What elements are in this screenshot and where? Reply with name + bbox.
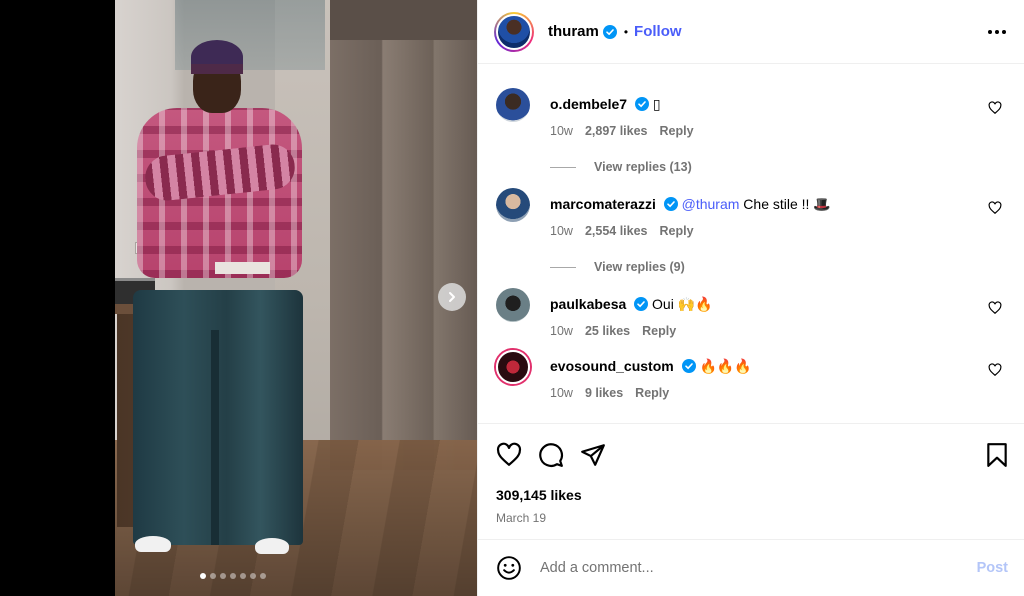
verified-badge-icon — [663, 197, 678, 211]
author-avatar[interactable] — [494, 11, 534, 52]
header-separator: • — [623, 24, 629, 39]
comment-composer: Post — [478, 539, 1024, 596]
post-date: March 19 — [496, 511, 547, 525]
comment-emoji: 🔥🔥🔥 — [699, 359, 752, 375]
comment-age: 10w — [550, 386, 573, 400]
commenter-username[interactable]: evosound_custom — [550, 358, 674, 374]
comment-item: evosound_custom 🔥🔥🔥 10w 9 likes Reply — [496, 336, 1008, 400]
comment-item: o.dembele7 ▯ 10w 2,897 likes Reply — [496, 74, 1008, 138]
comment-likes[interactable]: 2,897 likes — [585, 124, 648, 138]
heart-icon[interactable] — [988, 363, 1002, 377]
comment-text: Oui — [652, 296, 678, 312]
reply-button[interactable]: Reply — [660, 224, 694, 238]
comment-input[interactable] — [540, 560, 977, 576]
carousel-dot — [210, 573, 216, 579]
verified-badge-icon — [634, 297, 649, 311]
carousel-dot — [240, 573, 246, 579]
heart-icon[interactable] — [988, 101, 1002, 115]
post-header: thuram • Follow — [478, 0, 1024, 64]
heart-icon[interactable] — [988, 301, 1002, 315]
follow-button[interactable]: Follow — [634, 23, 682, 40]
like-count[interactable]: 309,145 likes — [478, 487, 1024, 503]
comment-icon[interactable] — [538, 442, 564, 468]
carousel-dot — [220, 573, 226, 579]
commenter-avatar[interactable] — [496, 288, 530, 322]
comment-item: paulkabesa Oui 🙌🔥 10w 25 likes Reply — [496, 274, 1008, 338]
comment-emoji: 🙌🔥 — [677, 297, 713, 313]
emoji-icon[interactable] — [496, 555, 522, 581]
more-options-icon[interactable] — [988, 29, 1006, 34]
reply-button[interactable]: Reply — [635, 386, 669, 400]
post-media[interactable] — [0, 0, 477, 596]
comments-list[interactable]: o.dembele7 ▯ 10w 2,897 likes Reply View … — [478, 64, 1024, 423]
comment-item: marcomaterazzi @thuram Che stile !! 🎩 10… — [496, 174, 1008, 238]
author-username[interactable]: thuram — [548, 23, 599, 40]
heart-icon[interactable] — [988, 201, 1002, 215]
comment-likes[interactable]: 9 likes — [585, 386, 623, 400]
commenter-avatar[interactable] — [496, 88, 530, 122]
chevron-right-icon — [449, 292, 455, 302]
bookmark-icon[interactable] — [984, 442, 1010, 468]
comment-age: 10w — [550, 224, 573, 238]
carousel-dot — [260, 573, 266, 579]
share-icon[interactable] — [580, 442, 606, 468]
carousel-dot — [200, 573, 206, 579]
carousel-dot — [230, 573, 236, 579]
comment-age: 10w — [550, 124, 573, 138]
comment-text: Che stile !! — [739, 196, 814, 212]
mention-link[interactable]: @thuram — [682, 196, 740, 212]
view-replies-button[interactable]: View replies (9) — [550, 260, 1008, 274]
view-replies-button[interactable]: View replies (13) — [550, 160, 1008, 174]
comment-emoji: ▯ — [652, 97, 661, 113]
next-image-button[interactable] — [438, 283, 466, 311]
commenter-avatar[interactable] — [496, 350, 530, 384]
post-photo — [115, 0, 477, 596]
heart-icon[interactable] — [496, 442, 522, 468]
carousel-indicator — [200, 573, 266, 579]
verified-badge-icon — [634, 97, 649, 111]
verified-badge-icon — [681, 359, 696, 373]
post-actions-bar — [478, 423, 1024, 485]
commenter-avatar[interactable] — [496, 188, 530, 222]
commenter-username[interactable]: o.dembele7 — [550, 96, 627, 112]
post-comment-button[interactable]: Post — [977, 560, 1008, 576]
commenter-username[interactable]: paulkabesa — [550, 296, 626, 312]
carousel-dot — [250, 573, 256, 579]
instagram-post: thuram • Follow o.dembele7 ▯ 10w 2,897 l… — [0, 0, 1024, 596]
reply-button[interactable]: Reply — [660, 124, 694, 138]
comment-likes[interactable]: 2,554 likes — [585, 224, 648, 238]
comment-emoji: 🎩 — [813, 197, 831, 213]
post-side-panel: thuram • Follow o.dembele7 ▯ 10w 2,897 l… — [477, 0, 1024, 596]
commenter-username[interactable]: marcomaterazzi — [550, 196, 656, 212]
verified-badge-icon — [602, 24, 617, 39]
